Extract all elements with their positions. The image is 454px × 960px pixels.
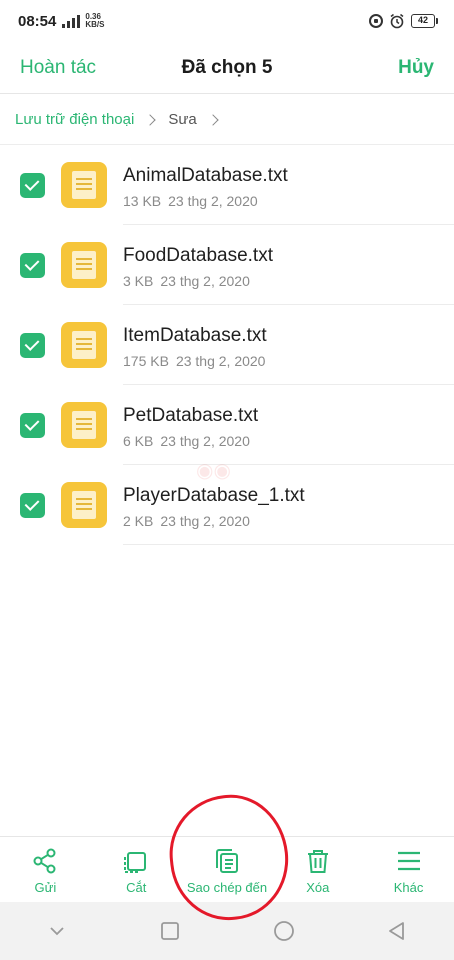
- file-meta: 2 KB 23 thg 2, 2020: [123, 513, 250, 529]
- breadcrumb-root[interactable]: Lưu trữ điện thoại: [15, 111, 134, 128]
- file-row[interactable]: FoodDatabase.txt 3 KB 23 thg 2, 2020: [0, 225, 454, 305]
- battery-icon: 42: [411, 14, 438, 28]
- file-date: 23 thg 2, 2020: [160, 433, 250, 449]
- copy-to-label: Sao chép đến: [186, 880, 268, 895]
- send-label: Gửi: [34, 880, 57, 895]
- checkbox-checked[interactable]: [20, 493, 45, 518]
- delete-label: Xóa: [306, 880, 330, 895]
- battery-level: 42: [411, 14, 435, 28]
- file-name: ItemDatabase.txt: [123, 325, 267, 346]
- file-meta: 175 KB 23 thg 2, 2020: [123, 353, 265, 369]
- alarm-icon: [390, 13, 404, 29]
- cut-label: Cắt: [126, 880, 147, 895]
- file-row[interactable]: ItemDatabase.txt 175 KB 23 thg 2, 2020: [0, 305, 454, 385]
- file-date: 23 thg 2, 2020: [175, 353, 266, 369]
- checkbox-checked[interactable]: [20, 253, 45, 278]
- breadcrumb: Lưu trữ điện thoại Sưa: [0, 95, 454, 145]
- cancel-button[interactable]: Hủy: [398, 57, 434, 79]
- text-file-icon: [61, 322, 107, 368]
- status-bar: 08:54 0.36 KB/S 42: [0, 0, 454, 42]
- home-icon[interactable]: [273, 920, 295, 942]
- chevron-down-icon[interactable]: [46, 920, 68, 942]
- text-file-icon: [61, 162, 107, 208]
- bottom-action-bar: Gửi Cắt Sao chép đến Xóa Khác: [0, 836, 454, 902]
- file-row[interactable]: AnimalDatabase.txt 13 KB 23 thg 2, 2020: [0, 145, 454, 225]
- file-row[interactable]: PetDatabase.txt 6 KB 23 thg 2, 2020: [0, 385, 454, 465]
- copy-to-button[interactable]: Sao chép đến: [182, 837, 273, 902]
- network-speed: 0.36 KB/S: [85, 13, 104, 29]
- share-icon: [33, 848, 56, 874]
- cut-button[interactable]: Cắt: [91, 837, 182, 902]
- file-date: 23 thg 2, 2020: [168, 193, 258, 209]
- file-name: PlayerDatabase_1.txt: [123, 485, 305, 506]
- copy-icon: [215, 849, 238, 873]
- file-list: AnimalDatabase.txt 13 KB 23 thg 2, 2020 F…: [0, 145, 454, 545]
- undo-button[interactable]: Hoàn tác: [20, 57, 96, 79]
- breadcrumb-folder[interactable]: Sưa: [168, 111, 196, 128]
- file-size: 6 KB: [123, 433, 154, 449]
- checkbox-checked[interactable]: [20, 173, 45, 198]
- chevron-right-icon: [144, 113, 156, 126]
- file-size: 2 KB: [123, 513, 154, 529]
- file-size: 175 KB: [123, 353, 169, 369]
- chevron-right-icon: [207, 113, 219, 126]
- more-button[interactable]: Khác: [363, 837, 454, 902]
- send-button[interactable]: Gửi: [0, 837, 91, 902]
- rotation-lock-icon: [369, 14, 383, 28]
- file-name: FoodDatabase.txt: [123, 245, 273, 266]
- file-meta: 3 KB 23 thg 2, 2020: [123, 273, 250, 289]
- back-icon[interactable]: [386, 920, 408, 942]
- signal-icon: [62, 14, 81, 28]
- menu-icon: [397, 851, 420, 871]
- checkbox-checked[interactable]: [20, 333, 45, 358]
- divider: [123, 544, 454, 545]
- checkbox-checked[interactable]: [20, 413, 45, 438]
- more-label: Khác: [393, 880, 424, 895]
- file-date: 23 thg 2, 2020: [160, 273, 250, 289]
- text-file-icon: [61, 402, 107, 448]
- selection-header: Hoàn tác Đã chọn 5 Hủy: [0, 42, 454, 94]
- file-size: 3 KB: [123, 273, 154, 289]
- cut-icon: [124, 852, 147, 873]
- file-meta: 13 KB 23 thg 2, 2020: [123, 193, 258, 209]
- trash-icon: [307, 850, 328, 873]
- system-nav-bar: [0, 902, 454, 960]
- file-meta: 6 KB 23 thg 2, 2020: [123, 433, 250, 449]
- file-row[interactable]: PlayerDatabase_1.txt 2 KB 23 thg 2, 2020: [0, 465, 454, 545]
- file-size: 13 KB: [123, 193, 162, 209]
- file-name: AnimalDatabase.txt: [123, 165, 288, 186]
- status-time: 08:54: [18, 12, 57, 30]
- delete-button[interactable]: Xóa: [272, 837, 363, 902]
- text-file-icon: [61, 482, 107, 528]
- network-speed-unit: KB/S: [85, 20, 105, 29]
- file-date: 23 thg 2, 2020: [160, 513, 250, 529]
- file-name: PetDatabase.txt: [123, 405, 259, 426]
- recents-icon[interactable]: [159, 920, 181, 942]
- text-file-icon: [61, 242, 107, 288]
